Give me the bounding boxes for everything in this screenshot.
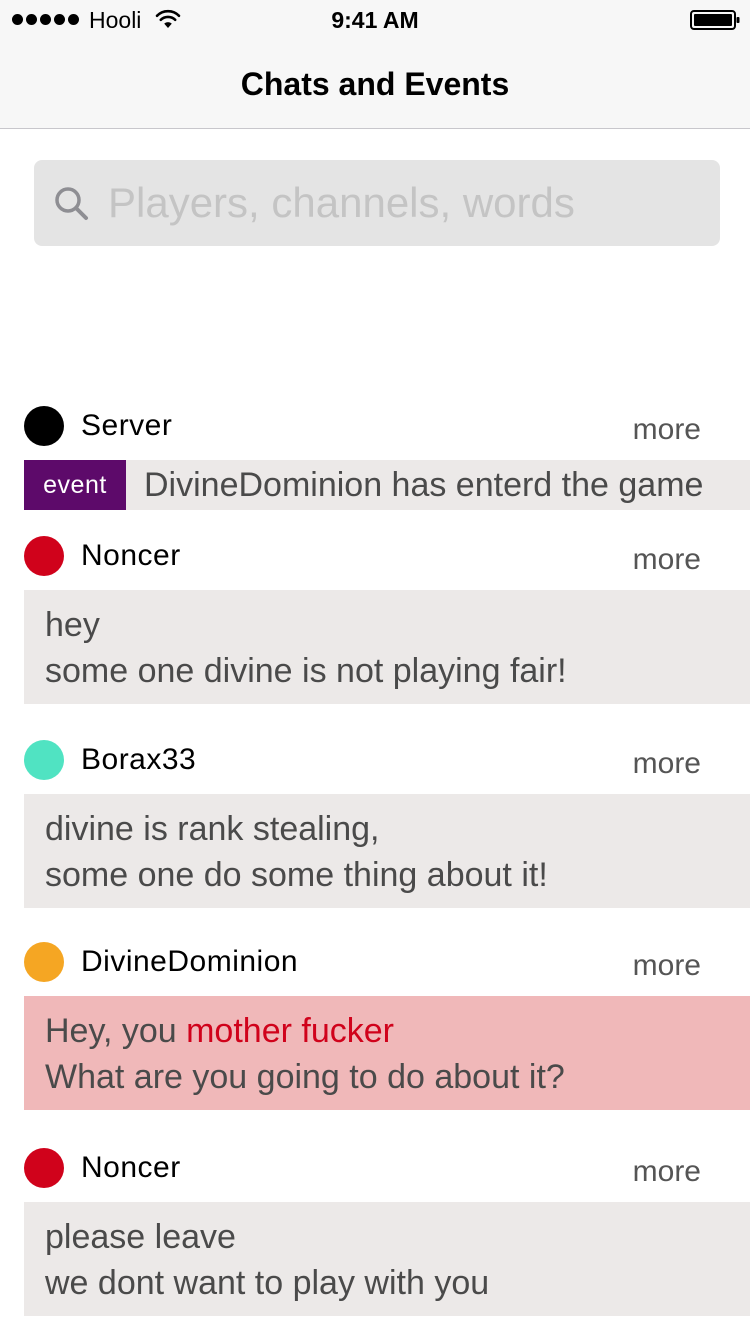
event-badge: event (24, 460, 126, 510)
username[interactable]: Server (81, 408, 172, 444)
page-title: Chats and Events (240, 66, 510, 102)
avatar[interactable] (24, 1148, 64, 1188)
avatar[interactable] (24, 406, 64, 446)
message-bubble: divine is rank stealing, some one do som… (24, 794, 750, 908)
flagged-words: mother fucker (186, 1012, 394, 1050)
message-line: we dont want to play with you (45, 1264, 490, 1302)
message-line: Hey, you mother fucker (45, 1008, 750, 1054)
status-time: 9:41 AM (331, 7, 419, 33)
message-text: Hey, you (45, 1012, 187, 1050)
username[interactable]: DivineDominion (81, 944, 298, 980)
message-header: Noncer more (24, 1148, 750, 1188)
message-line: some one divine is not playing fair! (45, 652, 567, 690)
status-bar: Hooli 9:41 AM (0, 0, 750, 40)
avatar[interactable] (24, 942, 64, 982)
avatar[interactable] (24, 740, 64, 780)
battery-icon (690, 10, 740, 30)
message-header: DivineDominion more (24, 942, 750, 982)
message-line: What are you going to do about it? (45, 1058, 565, 1096)
flagged-message-bubble: Hey, you mother fucker What are you goin… (24, 996, 750, 1110)
username[interactable]: Borax33 (81, 742, 196, 778)
username[interactable]: Noncer (81, 538, 181, 574)
navigation-bar: Chats and Events (0, 40, 750, 129)
message-bubble: hey some one divine is not playing fair! (24, 590, 750, 704)
avatar[interactable] (24, 536, 64, 576)
search-input[interactable] (108, 160, 698, 246)
more-button[interactable]: more (633, 948, 701, 984)
message-header: Noncer more (24, 536, 750, 576)
message-line: please leave (45, 1218, 236, 1256)
message-header: Server more (24, 406, 750, 446)
more-button[interactable]: more (633, 746, 701, 782)
event-text: DivineDominion has enterd the game (144, 466, 704, 504)
event-message: event DivineDominion has enterd the game (24, 460, 750, 510)
more-button[interactable]: more (633, 1154, 701, 1190)
search-icon (55, 187, 88, 220)
message-line: divine is rank stealing, (45, 810, 380, 848)
username[interactable]: Noncer (81, 1150, 181, 1186)
message-line: some one do some thing about it! (45, 856, 548, 894)
message-bubble: please leave we dont want to play with y… (24, 1202, 750, 1316)
message-header: Borax33 more (24, 740, 750, 780)
more-button[interactable]: more (633, 412, 701, 448)
more-button[interactable]: more (633, 542, 701, 578)
message-line: hey (45, 606, 100, 644)
search-bar[interactable] (34, 160, 720, 246)
